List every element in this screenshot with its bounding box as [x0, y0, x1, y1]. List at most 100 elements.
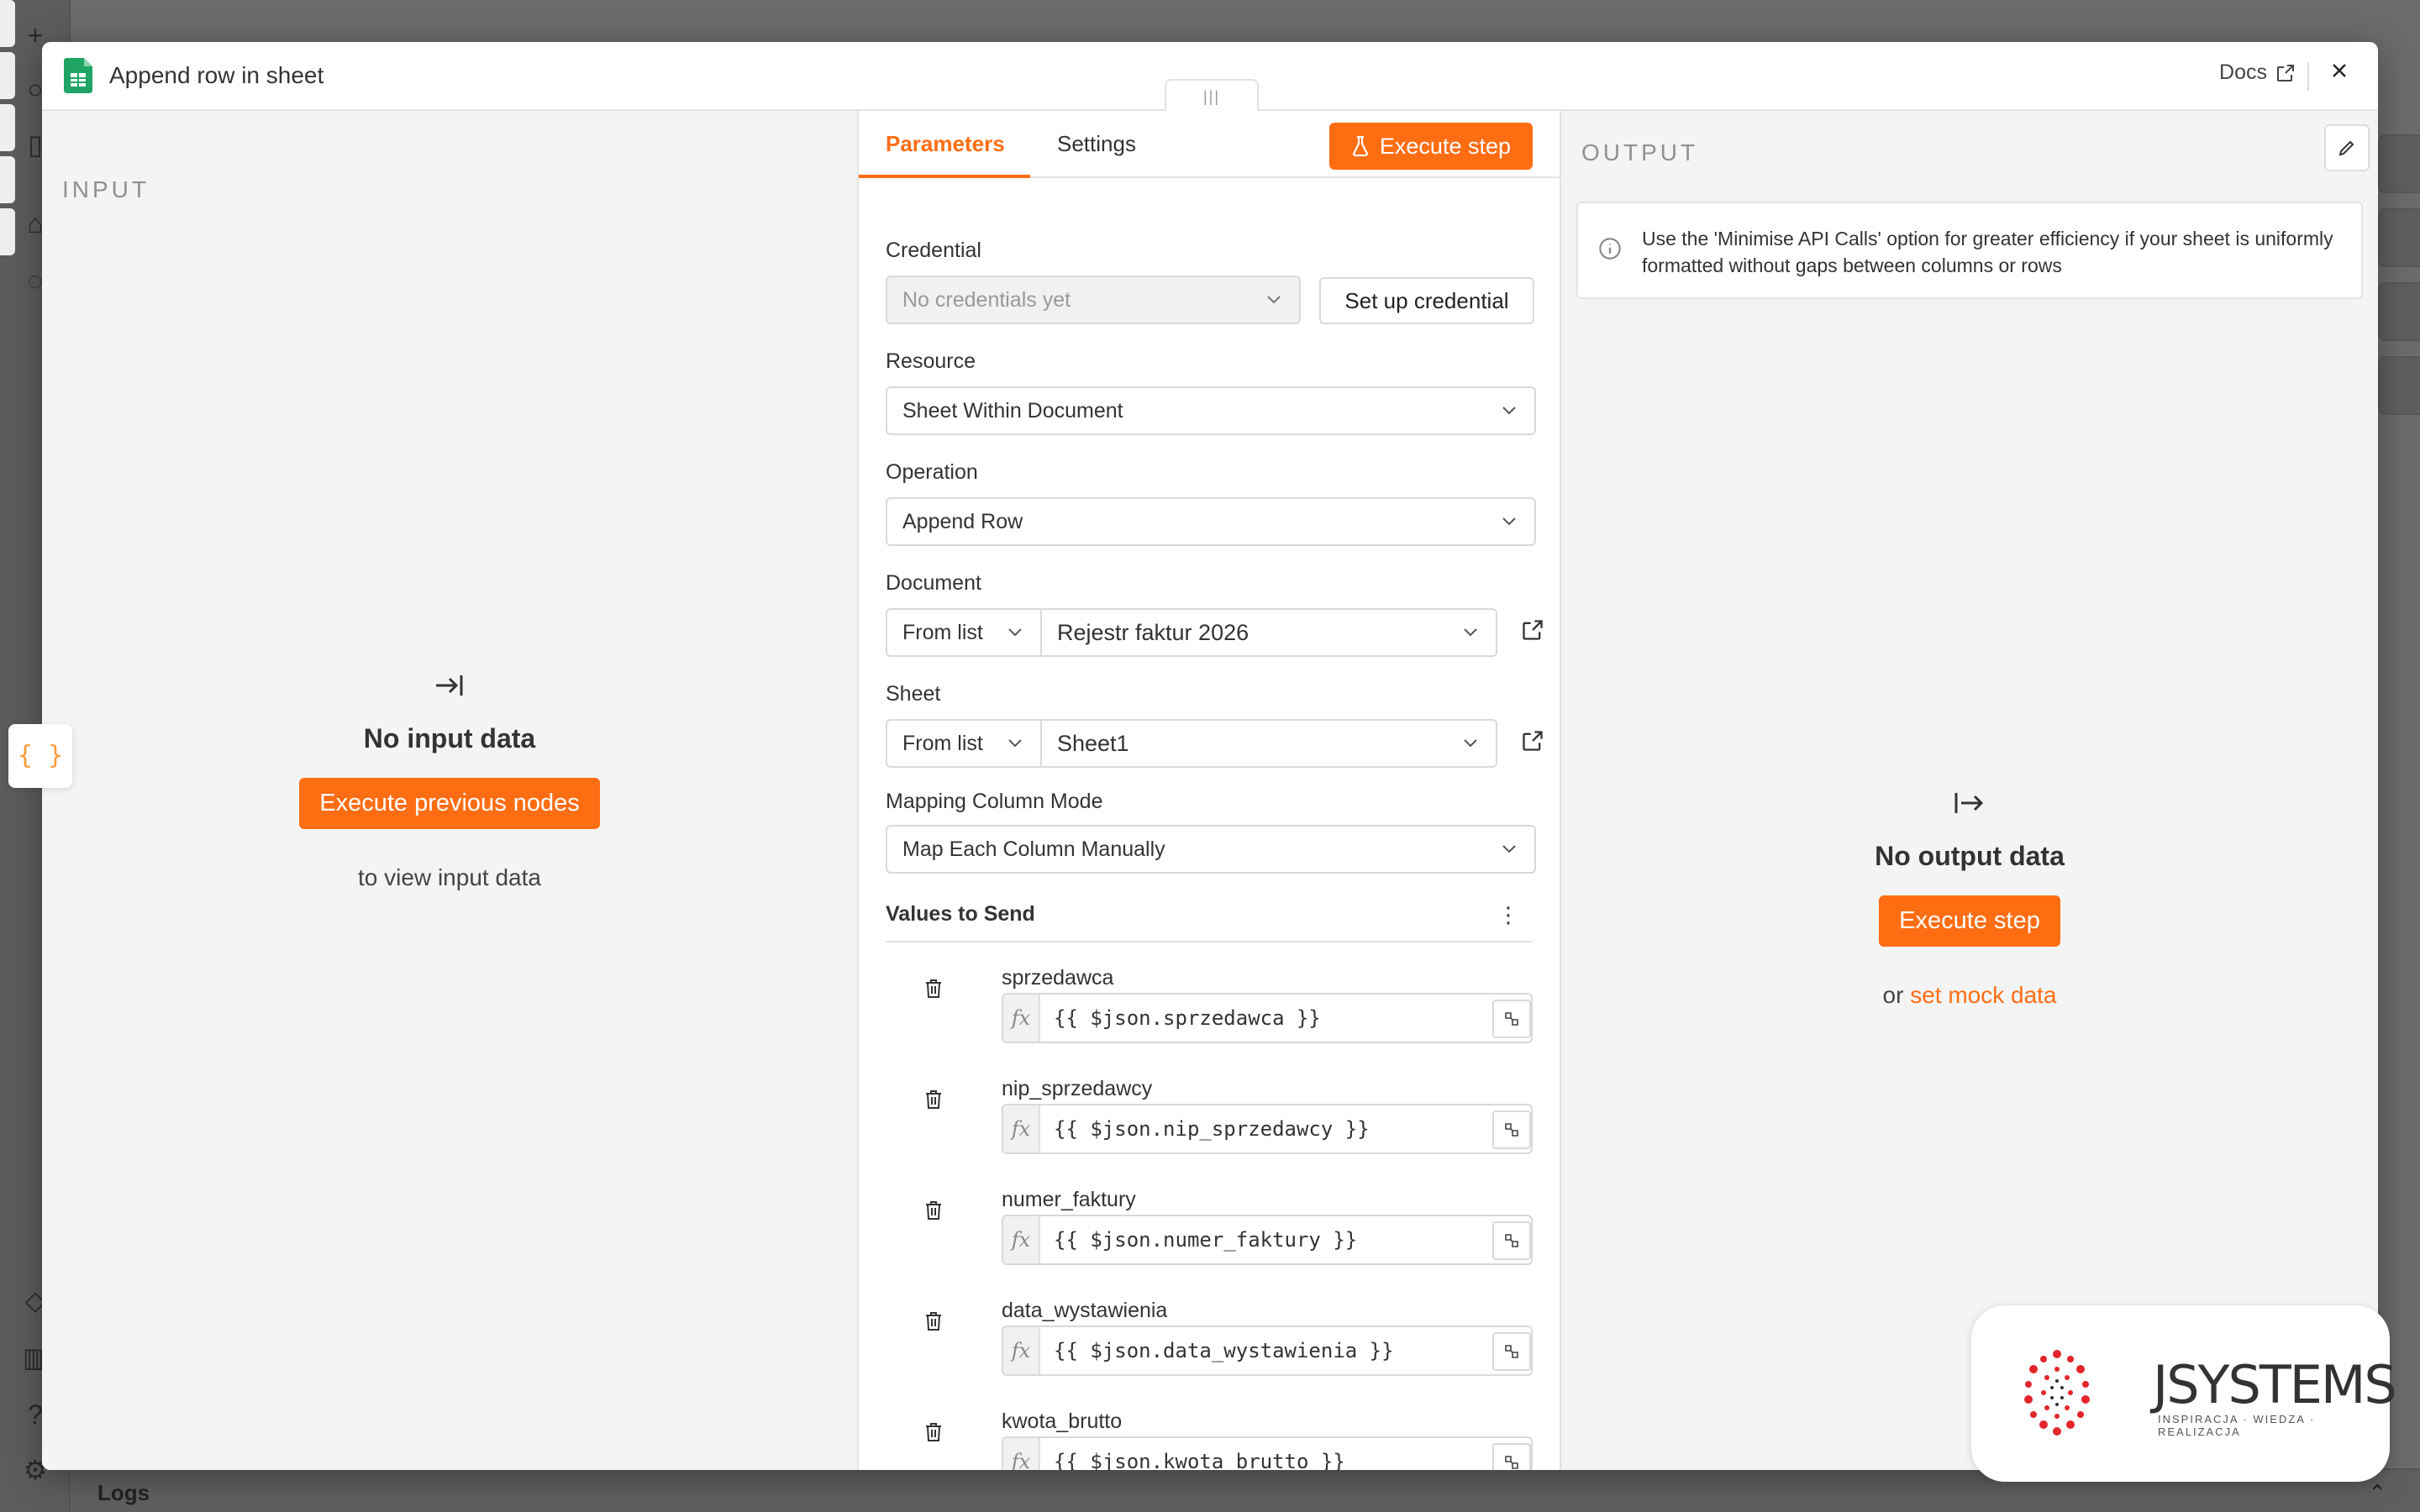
value-row: data_wystawienia fx {{ $json.data_wystaw…: [859, 1299, 1560, 1408]
trash-icon[interactable]: [924, 1421, 943, 1443]
resource-value: Sheet Within Document: [902, 398, 1123, 423]
google-sheets-icon: [64, 58, 92, 93]
expand-icon: [1505, 1234, 1518, 1247]
arrow-from-bar-icon: [1954, 793, 1984, 813]
docs-link[interactable]: Docs: [2219, 60, 2296, 85]
callout-text: Use the 'Minimise API Calls' option for …: [1642, 228, 2333, 276]
chevron-down-icon: [1502, 407, 1516, 415]
expression-input[interactable]: fx {{ $json.nip_sprzedawcy }}: [1002, 1104, 1533, 1154]
input-hint: to view input data: [358, 864, 541, 890]
output-empty-state: No output data Execute step or set mock …: [1561, 790, 2378, 1009]
external-link-icon[interactable]: [1521, 729, 1544, 753]
trash-icon[interactable]: [924, 978, 943, 1000]
docs-label: Docs: [2219, 60, 2267, 84]
chevron-up-icon: ⌃: [2368, 1480, 2386, 1505]
trash-icon[interactable]: [924, 1200, 943, 1221]
document-label: Document: [886, 571, 981, 595]
trash-icon[interactable]: [924, 1089, 943, 1110]
resource-label: Resource: [886, 349, 976, 373]
input-empty-state: No input data Execute previous nodes to …: [42, 672, 857, 891]
fx-icon: fx: [1003, 1216, 1040, 1263]
expand-editor-button[interactable]: [1492, 1000, 1531, 1038]
mapping-label: Mapping Column Mode: [886, 790, 1103, 813]
chevron-down-icon: [1464, 739, 1477, 748]
execute-step-button[interactable]: Execute step: [1328, 123, 1533, 170]
json-toggle-button[interactable]: { }: [8, 724, 72, 788]
trash-icon[interactable]: [924, 1310, 943, 1332]
expression-input[interactable]: fx {{ $json.numer_faktury }}: [1002, 1215, 1533, 1265]
value-field-label: data_wystawienia: [1002, 1299, 1168, 1322]
credential-placeholder: No credentials yet: [902, 287, 1071, 312]
or-text: or: [1882, 982, 1904, 1008]
document-select[interactable]: Rejestr faktur 2026: [1040, 608, 1497, 657]
external-link-icon: [2277, 64, 2294, 81]
value-field-label: nip_sprzedawcy: [1002, 1077, 1153, 1100]
value-row: numer_faktury fx {{ $json.numer_faktury …: [859, 1188, 1560, 1297]
expand-icon: [1505, 1123, 1518, 1137]
value-row: sprzedawca fx {{ $json.sprzedawca }}: [859, 966, 1560, 1075]
expression-input[interactable]: fx {{ $json.sprzedawca }}: [1002, 993, 1533, 1043]
sheet-mode: From list: [902, 731, 983, 755]
expand-icon: [1505, 1012, 1518, 1026]
info-icon: [1599, 238, 1621, 260]
sheet-value: Sheet1: [1057, 730, 1129, 756]
fx-icon: fx: [1003, 995, 1040, 1042]
setup-credential-button[interactable]: Set up credential: [1319, 277, 1534, 324]
jsystems-logo-icon: [2024, 1350, 2090, 1436]
expand-editor-button[interactable]: [1492, 1110, 1531, 1149]
close-button[interactable]: [2323, 59, 2356, 87]
watermark-tagline: INSPIRACJA · WIEDZA · REALIZACJA: [2158, 1413, 2316, 1438]
mapping-value: Map Each Column Manually: [902, 837, 1165, 861]
expression-input[interactable]: fx {{ $json.data_wystawienia }}: [1002, 1326, 1533, 1376]
document-mode-select[interactable]: From list: [886, 608, 1042, 657]
document-mode: From list: [902, 620, 983, 644]
input-empty-title: No input data: [363, 723, 536, 753]
credential-select[interactable]: No credentials yet: [886, 276, 1301, 324]
operation-value: Append Row: [902, 509, 1023, 533]
tabs-row: Parameters Settings Execute step: [859, 111, 1560, 178]
logs-label: Logs: [97, 1480, 150, 1505]
set-mock-data-link[interactable]: set mock data: [1910, 982, 2056, 1008]
output-panel: OUTPUT Use the 'Minimise API Calls' opti…: [1560, 111, 2378, 1470]
expand-editor-button[interactable]: [1492, 1443, 1531, 1470]
expression-text: {{ $json.nip_sprzedawcy }}: [1054, 1117, 1370, 1141]
tab-parameters[interactable]: Parameters: [886, 131, 1005, 157]
active-tab-indicator: [859, 175, 1030, 178]
sheet-select[interactable]: Sheet1: [1040, 719, 1497, 768]
expand-icon: [1505, 1345, 1518, 1358]
output-execute-step-button[interactable]: Execute step: [1879, 895, 2060, 947]
mapping-select[interactable]: Map Each Column Manually: [886, 825, 1536, 874]
edit-output-button[interactable]: [2324, 124, 2370, 171]
fx-icon: fx: [1003, 1327, 1040, 1374]
node-modal: Append row in sheet Docs ||| INPUT No in…: [42, 42, 2378, 1470]
output-label: OUTPUT: [1581, 139, 1699, 165]
modal-title: Append row in sheet: [109, 62, 324, 88]
values-section-header: Values to Send ⋮: [886, 902, 1533, 942]
values-header-label: Values to Send: [886, 902, 1035, 926]
resource-select[interactable]: Sheet Within Document: [886, 386, 1536, 435]
background-card: [2378, 134, 2420, 193]
sheet-mode-select[interactable]: From list: [886, 719, 1042, 768]
background-tabs: [0, 0, 17, 260]
watermark-brand: JSYSTEMS: [2153, 1354, 2397, 1415]
drag-handle[interactable]: |||: [1165, 79, 1259, 111]
execute-previous-button[interactable]: Execute previous nodes: [299, 778, 600, 829]
operation-label: Operation: [886, 460, 978, 484]
output-empty-title: No output data: [1875, 841, 2065, 871]
chevron-down-icon: [1502, 517, 1516, 526]
tab-settings[interactable]: Settings: [1057, 131, 1136, 157]
expand-editor-button[interactable]: [1492, 1221, 1531, 1260]
operation-select[interactable]: Append Row: [886, 497, 1536, 546]
expand-editor-button[interactable]: [1492, 1332, 1531, 1371]
more-options-icon[interactable]: ⋮: [1497, 902, 1519, 928]
value-field-label: kwota_brutto: [1002, 1410, 1123, 1433]
value-field-label: sprzedawca: [1002, 966, 1114, 990]
external-link-icon[interactable]: [1521, 618, 1544, 642]
expression-input[interactable]: fx {{ $json.kwota_brutto }}: [1002, 1436, 1533, 1470]
chevron-down-icon: [1464, 628, 1477, 637]
sheet-label: Sheet: [886, 682, 941, 706]
fx-icon: fx: [1003, 1105, 1040, 1152]
expression-text: {{ $json.kwota_brutto }}: [1054, 1450, 1345, 1470]
background-card: [2378, 208, 2420, 267]
execute-step-label: Execute step: [1379, 133, 1511, 159]
